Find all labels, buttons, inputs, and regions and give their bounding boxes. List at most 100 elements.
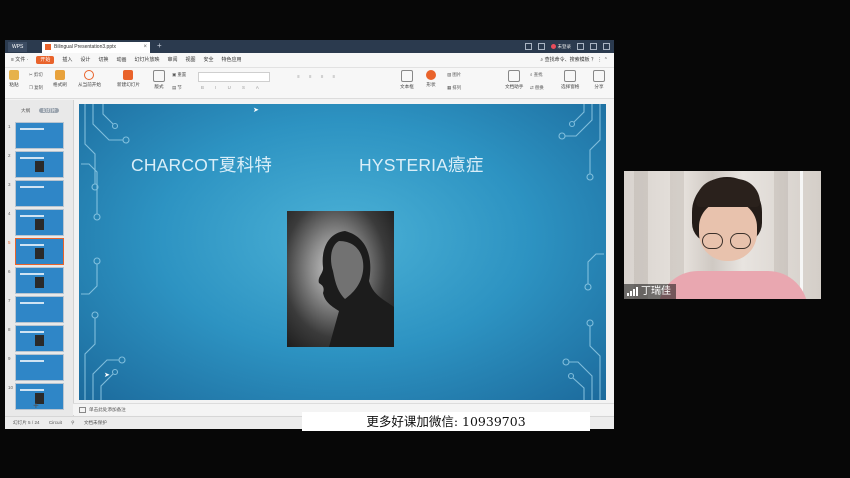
menu-item-3[interactable]: 设计 (80, 56, 90, 64)
picture-label: 图片 (452, 72, 462, 77)
find-label: 查找 (533, 72, 543, 77)
theme-name: Circuit (48, 420, 62, 425)
command-search-label: 查找命令、搜索模板 (544, 57, 590, 63)
thumbnail-picture (35, 277, 44, 288)
section-button[interactable]: ▤ 节 (172, 85, 182, 91)
menu-item-4[interactable]: 切换 (98, 56, 108, 64)
menu-item-0[interactable]: ≡ 文件 · (11, 56, 28, 64)
thumbnail-title-line (20, 389, 44, 391)
document-tab[interactable]: Bilingual Presentation3.pptx × (42, 42, 150, 53)
title-bar: WPS Bilingual Presentation3.pptx × + 未登录 (5, 40, 614, 53)
minimize-icon[interactable] (577, 43, 584, 50)
person-bangs (696, 179, 760, 207)
find-button[interactable]: ⌕ 查找 (530, 72, 542, 78)
thumbnail-title-line (20, 157, 44, 159)
thumbnail-title-line (20, 273, 44, 275)
menu-item-7[interactable]: 审阅 (167, 56, 177, 64)
menu-item-5[interactable]: 动画 (116, 56, 126, 64)
maximize-icon[interactable] (590, 43, 597, 50)
thumbnail-title-line (20, 331, 44, 333)
picture-button[interactable]: ▧ 图片 (447, 72, 461, 78)
doc-helper-button[interactable]: 文档助手 (505, 70, 523, 90)
paste-button[interactable]: 粘贴 (9, 70, 19, 88)
menu-item-2[interactable]: 插入 (62, 56, 72, 64)
protection-status[interactable]: ⚲ 文档未保护 (71, 420, 107, 425)
tab-outline[interactable]: 大纲 (21, 108, 30, 113)
reset-button[interactable]: ▣ 重置 (172, 72, 186, 78)
paste-label: 粘贴 (9, 82, 19, 87)
slide-thumbnail-panel: 大纲 幻灯片 1 2 3 4 5 6 7 8 9 10 + (5, 100, 74, 416)
slide-canvas[interactable]: CHARCOT夏科特 HYSTERIA癔症 (79, 104, 606, 400)
slide-number: 4 (8, 211, 11, 216)
slide-thumbnail[interactable] (15, 180, 64, 207)
slide-thumbnail[interactable] (15, 383, 64, 410)
close-window-icon[interactable] (603, 43, 610, 50)
font-format-icons[interactable]: B I U S A (201, 85, 264, 90)
reset-label: 重置 (177, 72, 187, 77)
window-controls: 未登录 (524, 42, 610, 51)
arrange-button[interactable]: ▦ 排列 (447, 85, 461, 91)
replace-button[interactable]: ⇄ 替换 (530, 85, 544, 91)
mouse-cursor-icon: ➤ (253, 107, 259, 114)
thumbnail-picture (35, 161, 44, 172)
slide-number: 2 (8, 153, 11, 158)
slide-thumbnail[interactable] (15, 238, 64, 265)
menu-item-6[interactable]: 幻灯片放映 (134, 56, 159, 64)
slide-title-left[interactable]: CHARCOT夏科特 (131, 152, 272, 177)
watermark-banner: 更多好课加微信: 10939703 (302, 412, 590, 431)
paragraph-icons[interactable]: ≡ ≡ ≡ ≡ (297, 74, 339, 79)
thumbnail-picture (35, 219, 44, 230)
slide-thumbnail[interactable] (15, 151, 64, 178)
slide-number: 9 (8, 356, 11, 361)
cut-button[interactable]: ✂ 剪切 (29, 72, 43, 78)
add-tab-icon[interactable]: + (157, 41, 162, 50)
copy-button[interactable]: ❐ 复制 (29, 85, 43, 91)
layout-grid-icon (153, 70, 165, 82)
menu-item-10[interactable]: 特色应用 (222, 56, 242, 64)
doc-helper-label: 文档助手 (505, 84, 524, 89)
menu-item-9[interactable]: 安全 (204, 56, 214, 64)
new-slide-button[interactable]: 新建幻灯片 (117, 70, 140, 88)
notes-icon (79, 406, 86, 413)
format-painter-button[interactable]: 格式刷 (53, 70, 67, 88)
webcam-tile[interactable]: 丁瑞佳 (624, 171, 821, 299)
skin-icon[interactable] (537, 43, 545, 50)
slide-number: 10 (8, 385, 14, 390)
layout-icon[interactable] (524, 43, 532, 50)
slide-thumbnail[interactable] (15, 325, 64, 352)
thumbnail-title-line (20, 244, 44, 246)
play-from-current-button[interactable]: 从当前开始 (78, 70, 101, 88)
slide-thumbnail[interactable] (15, 296, 64, 323)
play-from-current-label: 从当前开始 (78, 82, 101, 87)
close-tab-icon[interactable]: × (143, 42, 147, 53)
slide-thumbnail[interactable] (15, 209, 64, 236)
copy-label: 复制 (34, 85, 43, 90)
slide-title-right[interactable]: HYSTERIA癔症 (359, 152, 484, 177)
layout-button[interactable]: 版式 (153, 70, 165, 90)
slide-number: 7 (8, 298, 11, 303)
slide-thumbnail[interactable] (15, 354, 64, 381)
app-tab-wps[interactable]: WPS (8, 42, 28, 52)
shape-icon (426, 70, 436, 80)
login-button[interactable]: 未登录 (551, 44, 572, 50)
glasses-right (730, 233, 751, 249)
doc-helper-icon (508, 70, 521, 82)
glasses-left (702, 233, 723, 249)
slide-thumbnail[interactable] (15, 267, 64, 294)
font-name-input[interactable] (198, 72, 270, 82)
tab-slides[interactable]: 幻灯片 (39, 108, 60, 113)
brush-icon (54, 70, 65, 80)
portrait-photo[interactable] (287, 211, 394, 347)
slide-thumbnail[interactable] (15, 122, 64, 149)
textbox-button[interactable]: 文本框 (400, 70, 414, 90)
select-pane-button[interactable]: 选择窗格 (561, 70, 579, 90)
select-pane-label: 选择窗格 (561, 84, 580, 89)
add-slide-button[interactable]: + (33, 401, 39, 412)
new-slide-label: 新建幻灯片 (117, 82, 140, 87)
command-search[interactable]: ⌕ 查找命令、搜索模板 ？ ⋮ ⌃ (540, 56, 608, 63)
menu-item-8[interactable]: 视图 (185, 56, 195, 64)
share-button[interactable]: 分享 (593, 70, 605, 90)
menu-item-1[interactable]: 开始 (36, 56, 55, 64)
shape-button[interactable]: 形状 (426, 70, 436, 88)
menu-bar: ≡ 文件 · 开始 插入 设计 切换 动画 幻灯片放映 审阅 视图 安全 特色应用 ⌕ 查找命令、搜… (5, 53, 614, 68)
